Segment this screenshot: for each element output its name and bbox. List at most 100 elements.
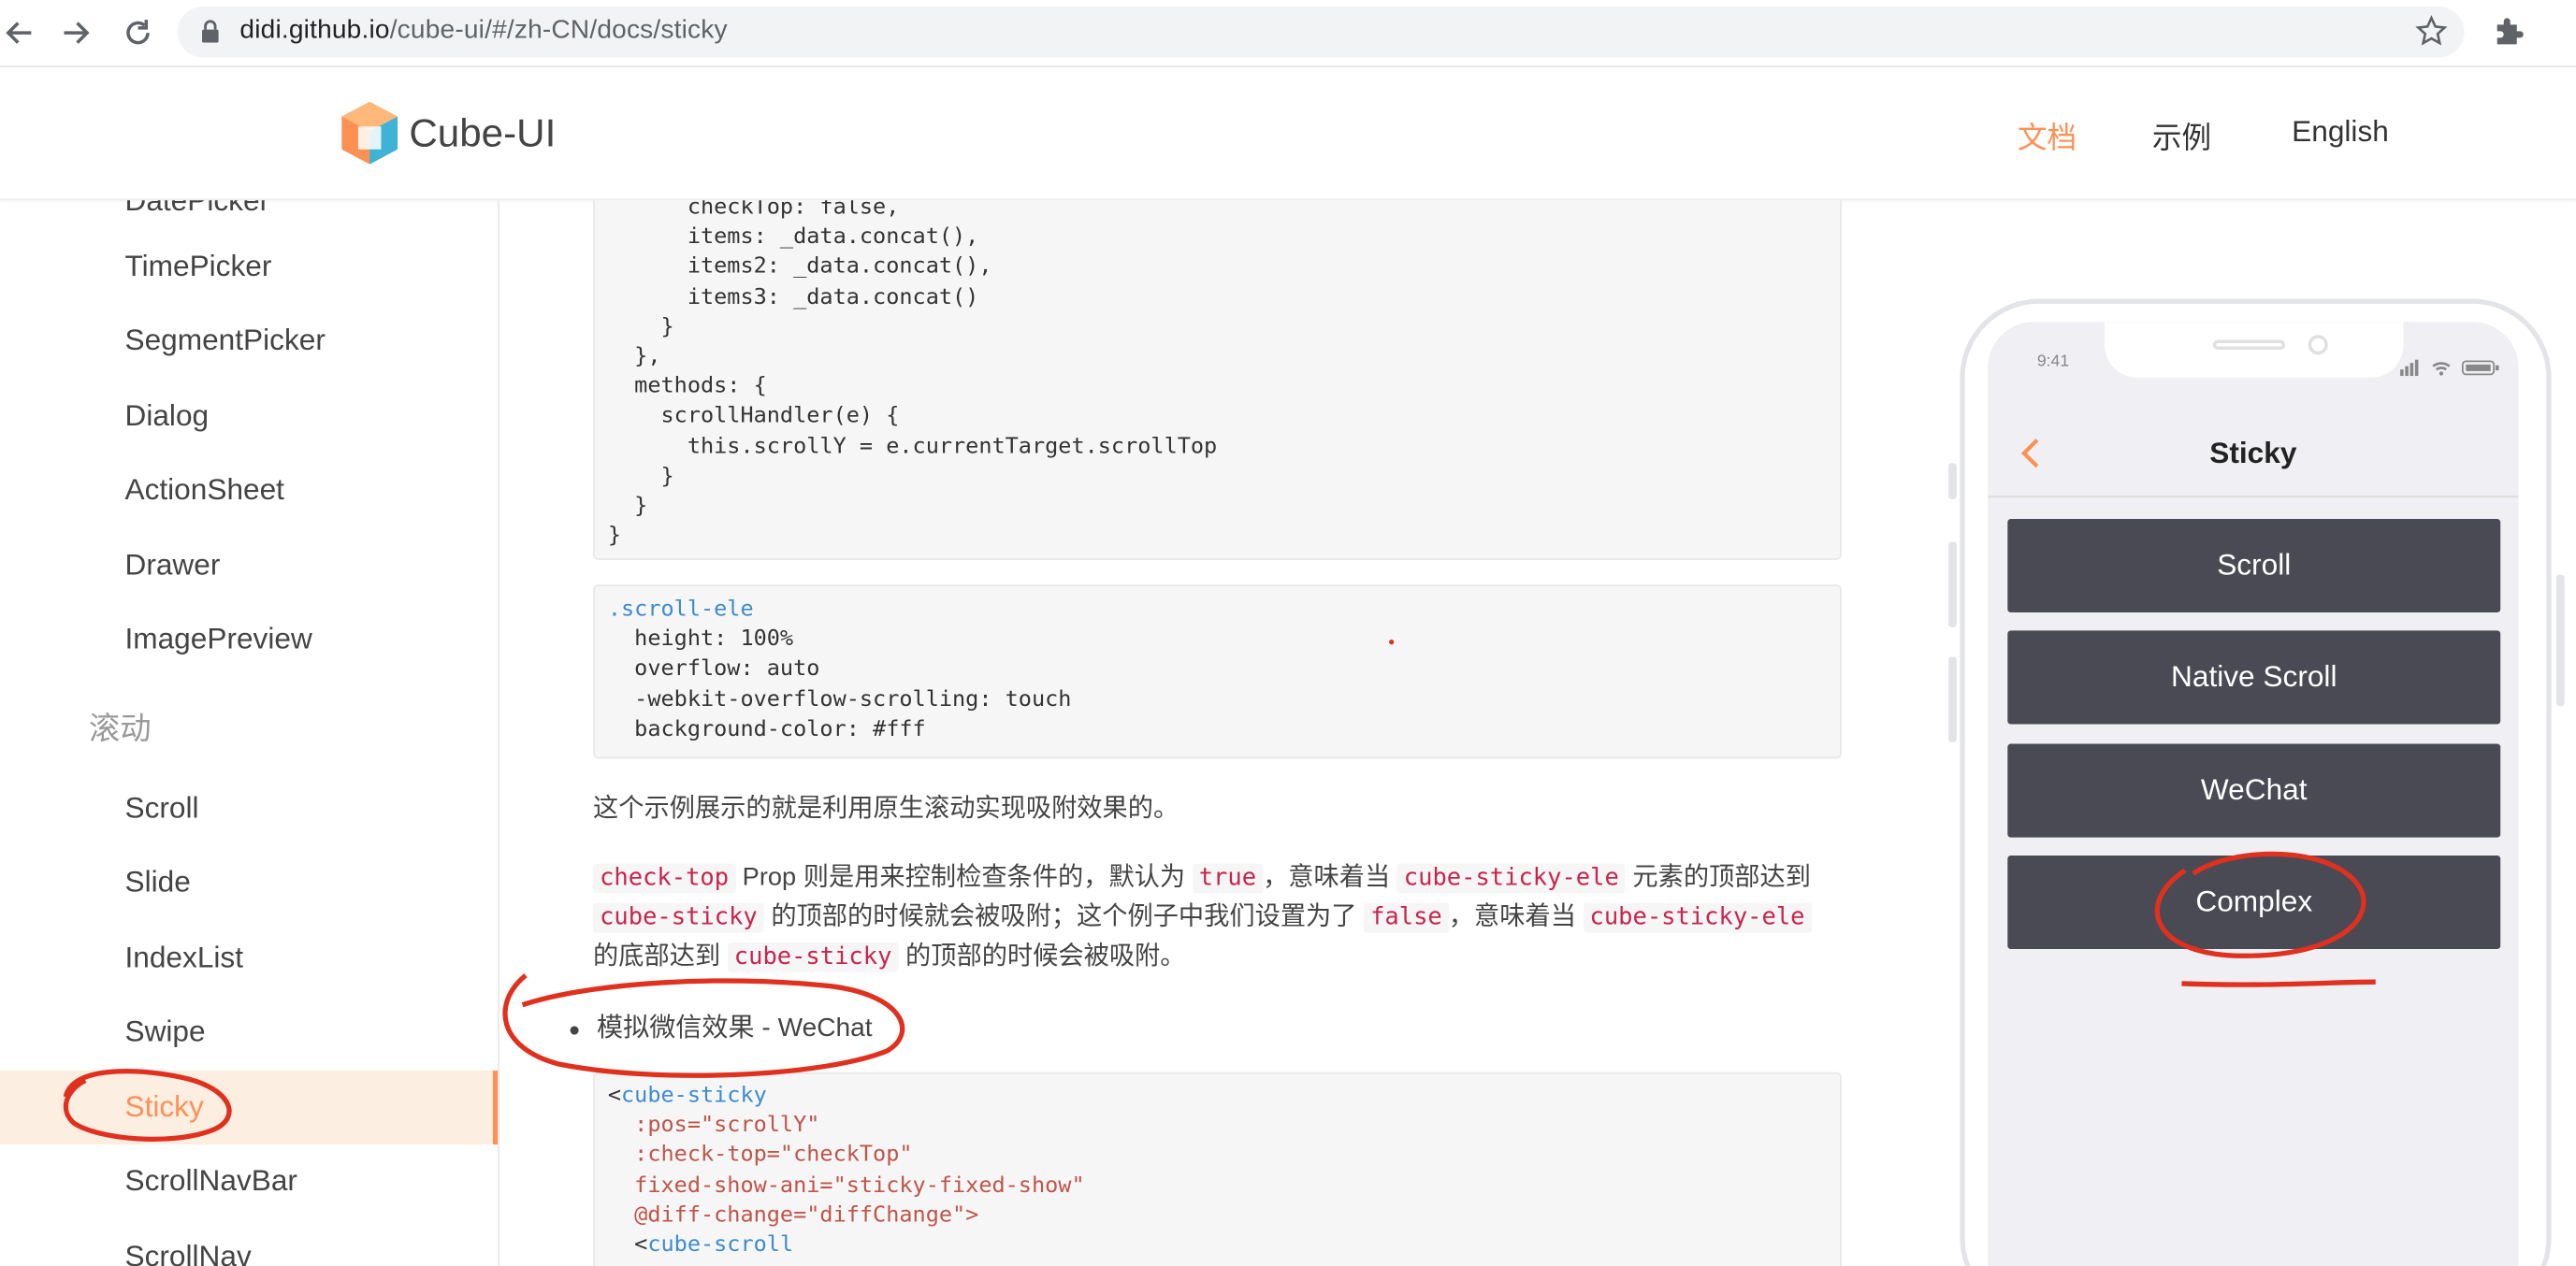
reload-icon[interactable]: [118, 13, 157, 52]
para-text: ，意味着当: [1263, 863, 1397, 892]
code-line: <cube-sticky: [608, 1082, 1827, 1112]
sidebar-group-scroll: 滚动: [88, 712, 152, 748]
sidebar-item-label: Scroll: [124, 791, 199, 825]
code-line: this.scrollY = e.currentTarget.scrollTop: [608, 433, 1827, 463]
nav-english[interactable]: English: [2292, 115, 2389, 150]
inline-code: cube-sticky-ele: [1397, 863, 1626, 894]
bookmark-star-icon[interactable]: [2415, 15, 2448, 56]
code-line: -webkit-overflow-scrolling: touch: [607, 687, 1072, 712]
browser-toolbar: didi.github.io/cube-ui/#/zh-CN/docs/stic…: [0, 0, 2576, 68]
code-punct: <: [607, 1084, 622, 1109]
code-line: <cube-scroll: [608, 1231, 1827, 1261]
url-host: didi.github.io: [239, 16, 390, 45]
code-line: }: [608, 493, 1827, 523]
code-line: :pos="scrollY": [607, 1114, 820, 1139]
url-text: didi.github.io/cube-ui/#/zh-CN/docs/stic…: [239, 17, 727, 47]
sidebar-item-drawer[interactable]: Drawer: [0, 528, 498, 602]
code-block-template: <cube-sticky :pos="scrollY" :check-top="…: [593, 1072, 1842, 1266]
code-text: scrollHandler(e) {: [607, 404, 900, 430]
code-text: items: _data.concat(),: [607, 224, 979, 251]
sidebar-item-sticky[interactable]: Sticky: [0, 1071, 499, 1145]
sidebar-item-label: Swipe: [124, 1014, 206, 1048]
doc-content: checkTop: false, items: _data.concat(), …: [499, 200, 1912, 1266]
code-text: this.scrollY = e.currentTarget.scrollTop: [607, 434, 1218, 460]
demo-button-native-scroll[interactable]: Native Scroll: [2007, 630, 2501, 725]
sidebar-item-actionsheet[interactable]: ActionSheet: [0, 453, 498, 527]
code-tag: cube-sticky: [621, 1084, 767, 1109]
code-line: checkTop: false,: [608, 200, 1827, 223]
code-line: }: [608, 463, 1827, 493]
code-text: }: [607, 524, 622, 549]
inline-code: false: [1364, 902, 1449, 933]
sidebar-item-dialog[interactable]: Dialog: [0, 380, 498, 453]
phone-side-button: [1948, 656, 1957, 742]
code-text: checkTop: false,: [607, 200, 900, 221]
sidebar: DatePicker TimePicker SegmentPicker Dial…: [0, 200, 499, 1266]
code-punct: <: [607, 1232, 648, 1259]
sidebar-item-slide[interactable]: Slide: [0, 845, 498, 919]
extensions-puzzle-icon[interactable]: [2491, 13, 2527, 57]
code-block-style: .scroll-ele height: 100% overflow: auto …: [593, 584, 1842, 759]
sidebar-item-imagepreview[interactable]: ImagePreview: [0, 603, 498, 677]
code-text: methods: {: [607, 374, 767, 400]
phone-side-button: [1948, 463, 1957, 499]
code-line: :check-top="checkTop": [607, 1144, 913, 1169]
sidebar-item-scroll[interactable]: Scroll: [0, 771, 498, 845]
code-text: },: [607, 344, 661, 370]
status-time: 9:41: [2036, 352, 2070, 371]
paragraph-check-top: check-top Prop 则是用来控制检查条件的，默认为 true ，意味着当…: [593, 858, 1842, 976]
demo-button-scroll[interactable]: Scroll: [2007, 518, 2501, 613]
inline-code: cube-sticky-ele: [1583, 902, 1812, 933]
para-text: 的顶部的时候会被吸附。: [898, 942, 1186, 971]
code-text: items3: _data.concat(): [607, 284, 979, 310]
page-root: didi.github.io/cube-ui/#/zh-CN/docs/stic…: [0, 0, 2576, 1266]
code-text: }: [607, 464, 674, 490]
inline-code: true: [1192, 863, 1264, 894]
code-line: background-color: #fff: [607, 717, 926, 742]
sidebar-item-indexlist[interactable]: IndexList: [0, 921, 498, 995]
sidebar-item-timepicker[interactable]: TimePicker: [0, 230, 498, 304]
nav-docs[interactable]: 文档: [2018, 115, 2077, 158]
back-arrow-icon[interactable]: [0, 13, 39, 52]
code-line: items3: _data.concat(): [608, 283, 1827, 313]
sidebar-item-label: TimePicker: [124, 249, 272, 283]
para-text: 的底部达到: [593, 942, 728, 971]
cube-ui-logo-icon[interactable]: [340, 100, 399, 174]
sidebar-item-label: Sticky: [124, 1090, 204, 1124]
code-line: height: 100%: [607, 627, 794, 653]
lock-icon: [200, 20, 220, 50]
code-text: }: [607, 314, 674, 340]
phone-notch: [2104, 322, 2404, 378]
code-line: .scroll-ele: [607, 597, 754, 623]
speaker-icon: [2212, 339, 2286, 351]
sidebar-item-scrollnavbar[interactable]: ScrollNavBar: [0, 1144, 498, 1218]
list-item-label: 模拟微信效果 - WeChat: [597, 1014, 873, 1043]
para-text: ，意味着当: [1448, 902, 1584, 931]
code-tag: cube-scroll: [647, 1232, 794, 1259]
code-text: }: [607, 494, 648, 520]
address-bar[interactable]: didi.github.io/cube-ui/#/zh-CN/docs/stic…: [177, 7, 2465, 58]
phone-navbar: Sticky: [1988, 410, 2519, 498]
phone-side-button: [1948, 541, 1957, 627]
sidebar-item-label: ImagePreview: [124, 622, 312, 655]
code-line: @diff-change="diffChange">: [607, 1202, 979, 1229]
brand-name[interactable]: Cube-UI: [409, 111, 556, 157]
sidebar-item-label: ScrollNavBar: [124, 1164, 297, 1198]
code-text: items2: _data.concat(),: [607, 254, 992, 281]
demo-button-wechat[interactable]: WeChat: [2007, 743, 2501, 838]
url-path: /cube-ui/#/zh-CN/docs/sticky: [389, 16, 728, 45]
phone-side-button: [2555, 574, 2565, 707]
sidebar-item-scrollnav[interactable]: ScrollNav: [0, 1220, 498, 1266]
nav-examples[interactable]: 示例: [2152, 115, 2211, 158]
paragraph-intro: 这个示例展示的就是利用原生滚动实现吸附效果的。: [593, 794, 1179, 823]
forward-arrow-icon[interactable]: [56, 13, 95, 52]
sidebar-item-segmentpicker[interactable]: SegmentPicker: [0, 304, 498, 378]
inline-code: cube-sticky: [593, 902, 764, 933]
code-block-script: checkTop: false, items: _data.concat(), …: [593, 200, 1842, 560]
para-text: Prop 则是用来控制检查条件的，默认为: [735, 863, 1193, 892]
inline-code: check-top: [593, 863, 736, 894]
demo-button-complex[interactable]: Complex: [2007, 855, 2501, 950]
sidebar-item-label: Drawer: [124, 548, 221, 582]
sidebar-item-swipe[interactable]: Swipe: [0, 995, 498, 1069]
code-line: fixed-show-ani="sticky-fixed-show": [607, 1172, 1085, 1199]
